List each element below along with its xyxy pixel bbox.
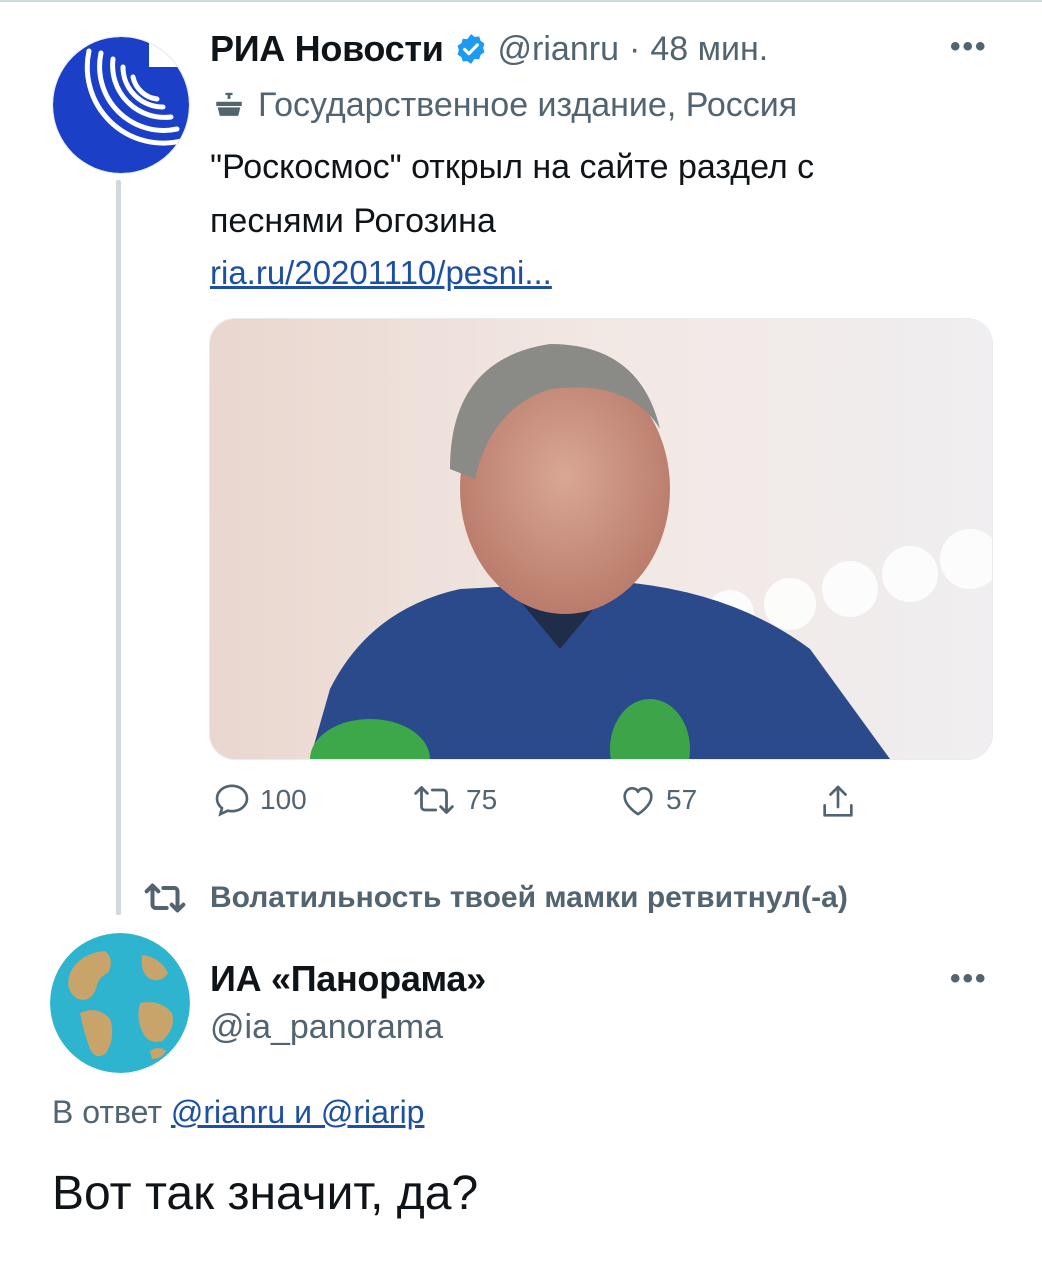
timestamp[interactable]: 48 мин.: [650, 30, 768, 69]
panorama-handle[interactable]: @ia_panorama: [210, 1008, 443, 1047]
heart-icon: [623, 787, 653, 816]
reply-count: 100: [260, 784, 307, 815]
verified-badge-icon: [457, 34, 484, 64]
more-options-button[interactable]: •••: [950, 30, 988, 64]
author-name[interactable]: РИА Новости: [210, 28, 444, 70]
tweet-photo[interactable]: [209, 318, 993, 760]
share-button[interactable]: [818, 782, 858, 827]
government-building-icon: [216, 92, 242, 116]
retweet-icon: [414, 786, 454, 814]
author-handle[interactable]: @rianru: [498, 30, 619, 69]
panorama-author-name[interactable]: ИА «Панорама»: [210, 958, 486, 1000]
separator-dot: ·: [628, 29, 641, 68]
ria-logo-icon: [53, 37, 189, 173]
photo-man-portrait: [210, 319, 992, 759]
more-options-button-2[interactable]: •••: [950, 962, 988, 996]
reply-to-prefix: В ответ: [52, 1094, 163, 1130]
retweet-icon: [144, 883, 186, 913]
reply-bubble-icon: [215, 784, 249, 817]
state-media-label[interactable]: Государственное издание, Россия: [212, 86, 797, 125]
tweet1-header: РИА Новости @rianru · 48 мин.: [210, 28, 768, 70]
state-media-label-text: Государственное издание, Россия: [258, 86, 798, 124]
retweet-banner[interactable]: Волатильность твоей мамки ретвитнул(-а): [140, 878, 848, 918]
reply-to-mentions[interactable]: @rianru и @riarip: [171, 1094, 425, 1130]
top-divider: [0, 0, 1042, 2]
retweet-button[interactable]: 75: [410, 780, 497, 820]
ria-avatar[interactable]: [52, 36, 190, 174]
article-link[interactable]: ria.ru/20201110/pesni...: [210, 254, 552, 292]
share-icon: [823, 785, 853, 817]
retweet-banner-text: Волатильность твоей мамки ретвитнул(-а): [210, 881, 848, 914]
reply-button[interactable]: 100: [212, 780, 307, 820]
panorama-avatar[interactable]: [50, 933, 190, 1073]
tweet1-text-line2: песнями Рогозина: [210, 202, 496, 240]
like-count: 57: [666, 784, 698, 815]
tweet1-text-line1: "Роскосмос" открыл на сайте раздел с: [210, 148, 815, 186]
thread-line: [116, 180, 121, 915]
tweet1-text: "Роскосмос" открыл на сайте раздел с пес…: [210, 140, 1010, 248]
retweet-count: 75: [466, 784, 498, 815]
like-button[interactable]: 57: [618, 780, 697, 820]
globe-icon: [50, 933, 190, 1073]
reply-to-line: В ответ @rianru и @riarip: [52, 1094, 424, 1131]
panorama-tweet-text: Вот так значит, да?: [52, 1167, 479, 1220]
